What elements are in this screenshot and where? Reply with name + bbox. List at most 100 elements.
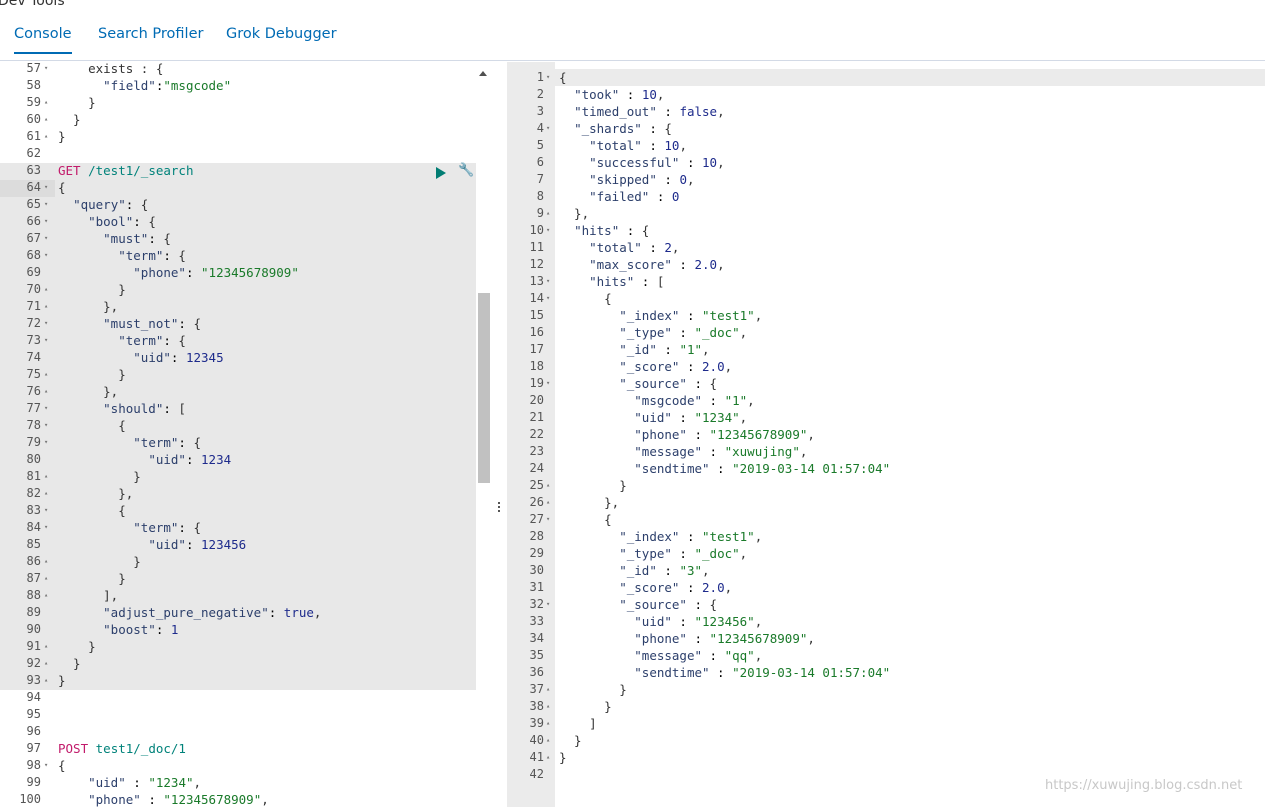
fold-end-icon[interactable]: ▴ bbox=[44, 485, 48, 502]
fold-end-icon[interactable]: ▴ bbox=[546, 732, 550, 749]
request-line: 86 ▴ } bbox=[0, 553, 476, 570]
fold-end-icon[interactable]: ▴ bbox=[44, 298, 48, 315]
request-line: 62 bbox=[0, 145, 476, 162]
request-line: 74 "uid": 12345 bbox=[0, 349, 476, 366]
fold-open-icon[interactable]: ▾ bbox=[44, 196, 48, 213]
response-line: 40 ▴ } bbox=[507, 732, 1265, 749]
code-text: } bbox=[58, 554, 141, 569]
tab-console[interactable]: Console bbox=[14, 26, 72, 54]
fold-open-icon[interactable]: ▾ bbox=[44, 62, 48, 77]
response-line: 28 "_index" : "test1", bbox=[507, 528, 1265, 545]
fold-open-icon[interactable]: ▾ bbox=[44, 417, 48, 434]
line-number: 63 bbox=[26, 163, 41, 177]
fold-open-icon[interactable]: ▾ bbox=[44, 332, 48, 349]
fold-open-icon[interactable]: ▾ bbox=[44, 230, 48, 247]
line-number: 68 bbox=[26, 248, 41, 262]
request-line: 85 "uid": 123456 bbox=[0, 536, 476, 553]
fold-end-icon[interactable]: ▴ bbox=[44, 128, 48, 145]
fold-end-icon[interactable]: ▴ bbox=[44, 281, 48, 298]
tab-grok-debugger[interactable]: Grok Debugger bbox=[226, 26, 337, 42]
fold-end-icon[interactable]: ▴ bbox=[44, 553, 48, 570]
code-text: "_type" : "_doc", bbox=[619, 325, 748, 340]
line-number: 62 bbox=[26, 146, 41, 160]
request-line: 69 "phone": "12345678909" bbox=[0, 264, 476, 281]
fold-end-icon[interactable]: ▴ bbox=[546, 749, 550, 766]
line-number: 64 bbox=[26, 180, 41, 194]
fold-open-icon[interactable]: ▾ bbox=[44, 519, 48, 536]
tab-search-profiler[interactable]: Search Profiler bbox=[98, 26, 203, 42]
fold-end-icon[interactable]: ▴ bbox=[546, 494, 550, 511]
line-number: 32 bbox=[529, 597, 544, 611]
fold-open-icon[interactable]: ▾ bbox=[44, 502, 48, 519]
play-icon[interactable] bbox=[436, 167, 446, 179]
fold-open-icon[interactable]: ▾ bbox=[546, 511, 550, 528]
fold-end-icon[interactable]: ▴ bbox=[44, 672, 48, 689]
fold-end-icon[interactable]: ▴ bbox=[44, 655, 48, 672]
response-line: 7 "skipped" : 0, bbox=[507, 171, 1265, 188]
request-line: 57 ▾ exists : { bbox=[0, 62, 476, 77]
fold-end-icon[interactable]: ▴ bbox=[44, 638, 48, 655]
response-line: 18 "_score" : 2.0, bbox=[507, 358, 1265, 375]
line-number: 1 bbox=[536, 70, 544, 84]
fold-end-icon[interactable]: ▴ bbox=[44, 570, 48, 587]
fold-end-icon[interactable]: ▴ bbox=[44, 94, 48, 111]
request-line: 84 ▾ "term": { bbox=[0, 519, 476, 536]
code-text: }, bbox=[559, 495, 620, 510]
fold-open-icon[interactable]: ▾ bbox=[546, 69, 550, 86]
fold-open-icon[interactable]: ▾ bbox=[546, 596, 550, 613]
fold-end-icon[interactable]: ▴ bbox=[546, 205, 550, 222]
request-editor[interactable]: 57 ▾ exists : {58 "field":"msgcode" 59 ▴ } 6… bbox=[0, 62, 476, 807]
code-text: } bbox=[58, 367, 126, 382]
line-number: 22 bbox=[529, 427, 544, 441]
pane-resizer[interactable] bbox=[492, 62, 506, 807]
request-line: 77 ▾ "should": [ bbox=[0, 400, 476, 417]
code-text: "timed_out" : false, bbox=[574, 104, 725, 119]
fold-end-icon[interactable]: ▴ bbox=[44, 587, 48, 604]
fold-open-icon[interactable]: ▾ bbox=[44, 434, 48, 451]
fold-end-icon[interactable]: ▴ bbox=[546, 698, 550, 715]
request-line: 60 ▴ } bbox=[0, 111, 476, 128]
fold-open-icon[interactable]: ▾ bbox=[44, 757, 48, 774]
fold-open-icon[interactable]: ▾ bbox=[546, 290, 550, 307]
code-text: } bbox=[58, 129, 66, 144]
fold-open-icon[interactable]: ▾ bbox=[44, 247, 48, 264]
code-text: "uid": 12345 bbox=[133, 350, 224, 365]
wrench-icon[interactable]: 🔧 bbox=[458, 163, 474, 178]
fold-open-icon[interactable]: ▾ bbox=[44, 213, 48, 230]
request-line: 76 ▴ }, bbox=[0, 383, 476, 400]
tab-bar: Console Search Profiler Grok Debugger bbox=[0, 18, 1265, 58]
line-number: 76 bbox=[26, 384, 41, 398]
fold-open-icon[interactable]: ▾ bbox=[44, 179, 48, 196]
fold-end-icon[interactable]: ▴ bbox=[44, 111, 48, 128]
response-line: 3 "timed_out" : false, bbox=[507, 103, 1265, 120]
scroll-up-arrow-icon[interactable] bbox=[479, 71, 487, 76]
fold-end-icon[interactable]: ▴ bbox=[546, 681, 550, 698]
response-line: 4 ▾ "_shards" : { bbox=[507, 120, 1265, 137]
fold-open-icon[interactable]: ▾ bbox=[546, 120, 550, 137]
code-text: } bbox=[559, 733, 582, 748]
response-line: 5 "total" : 10, bbox=[507, 137, 1265, 154]
line-number: 71 bbox=[26, 299, 41, 313]
fold-open-icon[interactable]: ▾ bbox=[44, 400, 48, 417]
line-number: 66 bbox=[26, 214, 41, 228]
fold-end-icon[interactable]: ▴ bbox=[546, 715, 550, 732]
fold-end-icon[interactable]: ▴ bbox=[44, 468, 48, 485]
line-number: 80 bbox=[26, 452, 41, 466]
code-text: { bbox=[58, 180, 66, 195]
line-number: 28 bbox=[529, 529, 544, 543]
code-text: }, bbox=[58, 299, 119, 314]
request-line: 99 "uid" : "1234", bbox=[0, 774, 476, 791]
fold-open-icon[interactable]: ▾ bbox=[546, 273, 550, 290]
line-number: 29 bbox=[529, 546, 544, 560]
fold-open-icon[interactable]: ▾ bbox=[546, 222, 550, 239]
fold-end-icon[interactable]: ▴ bbox=[44, 366, 48, 383]
fold-open-icon[interactable]: ▾ bbox=[546, 375, 550, 392]
request-scrollbar-thumb[interactable] bbox=[478, 293, 490, 483]
code-text: "successful" : 10, bbox=[589, 155, 725, 170]
line-number: 82 bbox=[26, 486, 41, 500]
fold-end-icon[interactable]: ▴ bbox=[546, 477, 550, 494]
fold-end-icon[interactable]: ▴ bbox=[44, 383, 48, 400]
fold-open-icon[interactable]: ▾ bbox=[44, 315, 48, 332]
code-text: } bbox=[559, 699, 612, 714]
code-text: "message" : "xuwujing", bbox=[634, 444, 808, 459]
